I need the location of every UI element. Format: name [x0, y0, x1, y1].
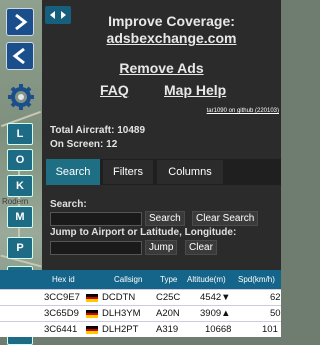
tab-filters[interactable]: Filters — [102, 159, 154, 185]
improve-coverage-heading: Improve Coverage: — [108, 13, 235, 29]
altitude-cell: 10668 — [205, 324, 232, 335]
adsbexchange-link[interactable]: adsbexchange.com — [62, 30, 281, 46]
tab-search[interactable]: Search — [46, 159, 100, 185]
tab-columns[interactable]: Columns — [156, 159, 224, 185]
table-row[interactable]: 3C65D9 DLH3YM A20N 3909▲ 50 — [0, 305, 281, 321]
jump-button[interactable]: Jump — [145, 240, 178, 255]
layer-button-o[interactable]: O — [7, 149, 33, 171]
settings-button[interactable] — [6, 82, 36, 112]
speed-cell: 101 — [262, 324, 278, 335]
on-screen-count: On Screen: 12 — [50, 139, 118, 150]
version-link[interactable]: tar1090 on github (220103) — [207, 108, 279, 114]
type-cell: C25C — [156, 292, 181, 303]
layer-button-k[interactable]: K — [7, 175, 33, 197]
hex-cell: 3C65D9 — [44, 308, 79, 319]
search-label: Search: — [50, 199, 87, 210]
jump-label: Jump to Airport or Latitude, Longitude: — [50, 227, 237, 238]
gear-icon — [8, 84, 34, 110]
map-help-link[interactable]: Map Help — [164, 82, 226, 98]
hex-cell: 3C6441 — [44, 324, 78, 335]
callsign-cell: DLH3YM — [102, 308, 141, 319]
remove-ads-link[interactable]: Remove Ads — [42, 60, 281, 76]
column-header-speed[interactable]: Spd(km/h) — [238, 270, 275, 289]
layer-button-p[interactable]: P — [7, 237, 33, 259]
faq-link[interactable]: FAQ — [100, 82, 129, 98]
column-header-type[interactable]: Type — [160, 270, 177, 289]
layer-button-l[interactable]: L — [7, 123, 33, 145]
callsign-cell: DCDTN — [102, 292, 136, 303]
hex-cell: 3CC9E7 — [44, 292, 80, 303]
altitude-cell: 3909▲ — [200, 308, 231, 319]
altitude-cell: 4542▼ — [200, 292, 231, 303]
aircraft-table: Hex id Callsign Type Altitude(m) Spd(km/… — [0, 270, 281, 337]
layer-button-m[interactable]: M — [7, 206, 33, 228]
type-cell: A319 — [156, 324, 179, 335]
germany-flag-icon — [86, 294, 98, 302]
column-header-hex[interactable]: Hex id — [52, 270, 75, 289]
speed-cell: 50 — [270, 308, 281, 319]
column-header-callsign[interactable]: Callsign — [114, 270, 142, 289]
tab-bar: Search Filters Columns — [46, 159, 281, 185]
expand-panel-button[interactable] — [6, 8, 34, 36]
map-label: Rodern — [2, 197, 29, 206]
table-header: Hex id Callsign Type Altitude(m) Spd(km/… — [0, 270, 281, 289]
clear-search-button[interactable]: Clear Search — [192, 211, 259, 226]
jump-input[interactable] — [50, 241, 142, 255]
chevron-left-icon — [12, 47, 25, 65]
chevron-right-icon — [15, 13, 28, 31]
search-button[interactable]: Search — [145, 211, 185, 226]
callsign-cell: DLH2PT — [102, 324, 139, 335]
speed-cell: 62 — [270, 292, 281, 303]
back-button[interactable] — [6, 42, 34, 70]
table-row[interactable]: 3CC9E7 DCDTN C25C 4542▼ 62 — [0, 289, 281, 305]
table-row[interactable]: 3C6441 DLH2PT A319 10668 101 — [0, 321, 281, 337]
search-input[interactable] — [50, 212, 142, 226]
jump-clear-button[interactable]: Clear — [185, 240, 217, 255]
column-header-altitude[interactable]: Altitude(m) — [187, 270, 226, 289]
germany-flag-icon — [86, 310, 98, 318]
type-cell: A20N — [156, 308, 180, 319]
total-aircraft-count: Total Aircraft: 10489 — [50, 125, 146, 136]
